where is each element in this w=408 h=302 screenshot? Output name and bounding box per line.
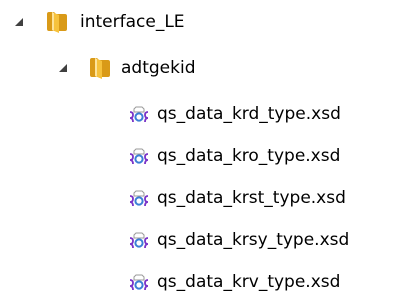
tree-file-item[interactable]: qs_data_kro_type.xsd (0, 136, 340, 176)
file-name: qs_data_krv_type.xsd (157, 272, 341, 292)
folder-icon (47, 12, 67, 33)
file-tree: interface_LE adtgekid qs_data_krd_type.x… (0, 0, 408, 302)
tree-file-item[interactable]: qs_data_krd_type.xsd (0, 94, 341, 134)
tree-file-item[interactable]: qs_data_krst_type.xsd (0, 178, 346, 218)
expanded-triangle-icon[interactable] (12, 15, 26, 29)
xsd-file-icon (129, 190, 149, 207)
folder-icon (90, 58, 110, 79)
tree-node-adtgekid[interactable]: adtgekid (0, 46, 220, 86)
xsd-file-icon (129, 274, 149, 291)
file-name: qs_data_krd_type.xsd (157, 104, 341, 124)
tree-file-item[interactable]: qs_data_krsy_type.xsd (0, 220, 349, 260)
file-name: qs_data_kro_type.xsd (157, 146, 341, 166)
xsd-file-icon (129, 148, 149, 165)
tree-node-interface-le[interactable]: interface_LE (0, 2, 220, 42)
tree-node-label: interface_LE (80, 12, 185, 32)
file-name: qs_data_krsy_type.xsd (157, 230, 350, 250)
tree-file-item[interactable]: qs_data_krv_type.xsd (0, 262, 340, 302)
expanded-triangle-icon[interactable] (56, 61, 70, 75)
tree-node-label: adtgekid (121, 58, 196, 78)
file-name: qs_data_krst_type.xsd (157, 188, 346, 208)
xsd-file-icon (129, 106, 149, 123)
xsd-file-icon (129, 232, 149, 249)
